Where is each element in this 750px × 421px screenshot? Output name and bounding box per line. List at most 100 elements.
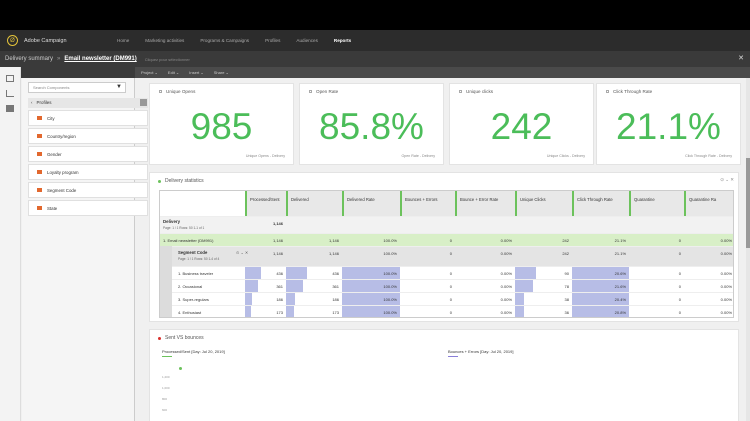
dimension-city[interactable]: City	[28, 110, 148, 126]
nav-marketing-activities[interactable]: Marketing activities	[145, 38, 184, 43]
dimension-icon	[37, 206, 42, 210]
group-label: Profiles	[36, 100, 52, 105]
cell: 0	[449, 297, 452, 302]
nav-home[interactable]: Home	[117, 38, 129, 43]
y-axis-label: 1,000	[162, 386, 170, 390]
col-header[interactable]: Unique Clicks	[515, 191, 572, 216]
nav-programs-campaigns[interactable]: Programs & Campaigns	[200, 38, 249, 43]
search-components-input[interactable]: Search Components	[28, 82, 126, 93]
dimension-segment-code[interactable]: Segment Code	[28, 182, 148, 198]
section-dot-icon	[158, 336, 161, 340]
cell: 0.00%	[500, 251, 512, 256]
card-label: Open Rate	[316, 89, 339, 94]
cell: 1,146	[272, 251, 283, 256]
cell: 0.00%	[720, 310, 732, 315]
row-label: 1. Business traveler	[178, 271, 214, 276]
card-value: 21.1%	[616, 106, 721, 147]
breadcrumb-parent[interactable]: Delivery summary	[5, 56, 53, 62]
table-row[interactable]: 3. Super-regulars 186 186 100.0% 0 0.00% 38 20.…	[172, 292, 733, 305]
menu-insert[interactable]: Insert ⌄	[189, 70, 203, 75]
col-header[interactable]: Quarantine	[629, 191, 684, 216]
card-value: 85.8%	[319, 106, 424, 147]
segment-header[interactable]: Segment Code	[178, 250, 207, 255]
dimension-country-region[interactable]: Country/region	[28, 128, 148, 144]
nav-reports[interactable]: Reports	[334, 38, 351, 43]
col-header[interactable]: Delivered Rate	[342, 191, 400, 216]
row-label: 2. Occasional	[178, 284, 203, 289]
panels-icon[interactable]	[6, 75, 14, 82]
cell: 20.8%	[614, 310, 626, 315]
app-title: Adobe Campaign	[24, 37, 67, 44]
visualizations-icon[interactable]	[6, 90, 14, 97]
card-sublabel: Unique Clicks - Delivery	[546, 154, 585, 158]
cell: 0.00%	[720, 284, 732, 289]
kpi-card-open-rate[interactable]: Open Rate 85.8% Open Rate - Delivery	[299, 83, 444, 165]
card-value: 242	[490, 106, 553, 147]
filter-icon[interactable]: ▼	[116, 84, 122, 90]
dimension-label: Gender	[47, 151, 62, 157]
row-label: 1. Email newsletter (DM991)	[163, 238, 214, 243]
table-row[interactable]: 1. Email newsletter (DM991) 1,146 1,146 …	[160, 233, 733, 246]
cell: 100.0%	[383, 271, 397, 276]
cell: 242	[562, 238, 569, 243]
kpi-card-unique-opens[interactable]: Unique Opens 985 Unique Opens - Delivery	[149, 83, 294, 165]
dimension-state[interactable]: State	[28, 200, 148, 216]
cell: 186	[332, 297, 339, 302]
card-label-wrap: Unique Opens	[159, 89, 195, 94]
segment-totals-row: Segment Code Page: 1 / 1 Rows: 50 1-4 of…	[172, 246, 733, 266]
card-value: 985	[190, 106, 253, 147]
total-cell: 1,146	[272, 221, 283, 226]
col-header[interactable]: Click Through Rate	[572, 191, 629, 216]
kpi-card-unique-clicks[interactable]: Unique clicks 242 Unique Clicks - Delive…	[449, 83, 594, 165]
row-label: 3. Super-regulars	[178, 297, 209, 302]
cell: 36	[564, 310, 569, 315]
col-header[interactable]: Bounce + Error Rate	[455, 191, 515, 216]
dimension-label: State	[47, 205, 58, 211]
kpi-card-click-through-rate[interactable]: Click Through Rate 21.1% Click Through R…	[596, 83, 741, 165]
dimension-pagination[interactable]: Page: 1 / 1 Rows: 50 1-1 of 1	[163, 226, 204, 230]
close-icon[interactable]: ✕	[738, 54, 744, 62]
dimension-label: City	[47, 115, 55, 121]
col-header[interactable]: Quarantine Ra	[684, 191, 733, 216]
cell: 0	[449, 251, 452, 256]
col-header[interactable]: Bounces + Errors	[400, 191, 455, 216]
legend-sent[interactable]: Processed/Sent [Day: Jul 20, 2019]	[162, 349, 225, 354]
breadcrumb-current[interactable]: Email newsletter (DM991)	[64, 56, 136, 62]
card-info-icon	[459, 90, 462, 93]
cell: 0.00%	[500, 310, 512, 315]
data-point[interactable]	[179, 367, 182, 370]
cell: 21.6%	[614, 284, 626, 289]
breadcrumb-hint: Cliquez pour sélectionner	[144, 56, 190, 62]
nav-audiences[interactable]: Audiences	[296, 38, 317, 43]
menu-edit[interactable]: Edit ⌄	[168, 70, 179, 75]
freeform-table: Processed/Sent Delivered Delivered Rate …	[159, 190, 734, 318]
breadcrumb-separator: »	[57, 56, 61, 62]
col-header[interactable]: Delivered	[286, 191, 342, 216]
profiles-group-header[interactable]: ‹ Profiles	[28, 98, 148, 108]
menu-share[interactable]: Share ⌄	[214, 70, 229, 75]
col-header[interactable]: Processed/Sent	[245, 191, 286, 216]
nav-profiles[interactable]: Profiles	[265, 38, 280, 43]
dimension-header[interactable]: Delivery	[163, 219, 180, 224]
cell: 436	[276, 271, 283, 276]
card-label: Click Through Rate	[613, 89, 653, 94]
table-row[interactable]: 4. Enthusiast 173 173 100.0% 0 0.00% 36 20.8% 0 0…	[172, 305, 733, 317]
main-scrollbar[interactable]	[746, 78, 750, 421]
dimension-loyalty-program[interactable]: Loyalty program	[28, 164, 148, 180]
dimension-gender[interactable]: Gender	[28, 146, 148, 162]
dimension-label: Segment Code	[47, 187, 77, 193]
cell: 1,146	[328, 238, 339, 243]
section-tools[interactable]: ⊙ ⌄ ✕	[720, 177, 734, 183]
scrollbar-thumb[interactable]	[746, 158, 750, 248]
card-sublabel: Unique Opens - Delivery	[245, 154, 285, 158]
table-row[interactable]: 2. Occasional 361 361 100.0% 0 0.00% 78 21.6% 0 0…	[172, 279, 733, 292]
components-icon[interactable]	[6, 105, 14, 112]
table-row[interactable]: 1. Business traveler 436 436 100.0% 0 0.00% 90…	[172, 266, 733, 279]
legend-sent-swatch	[162, 356, 172, 357]
legend-bounces[interactable]: Bounces + Errors [Day: Jul 20, 2019]	[448, 349, 513, 354]
card-label: Unique Opens	[166, 89, 196, 94]
dimension-icon	[37, 188, 42, 192]
menu-project[interactable]: Project ⌄	[141, 70, 158, 75]
segment-pagination[interactable]: Page: 1 / 1 Rows: 50 1-4 of 4	[178, 257, 219, 261]
dimension-label: Loyalty program	[47, 169, 79, 175]
